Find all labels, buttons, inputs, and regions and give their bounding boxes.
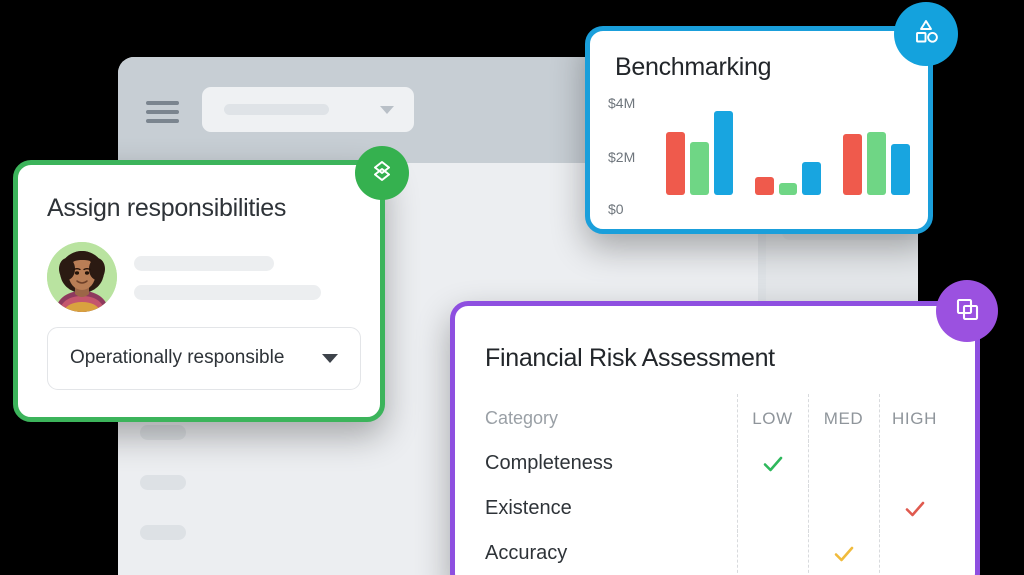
bar (891, 144, 911, 195)
assignee-name-placeholder (134, 256, 274, 271)
layers-icon (369, 158, 395, 189)
skeleton-row (140, 425, 186, 440)
app-dropdown-placeholder (224, 104, 329, 115)
skeleton-row (140, 525, 186, 540)
column-header-low: LOW (737, 394, 808, 443)
assignee-row (47, 242, 359, 312)
risk-category-label: Completeness (485, 452, 613, 474)
hamburger-icon[interactable] (146, 101, 179, 123)
caret-down-icon (380, 106, 394, 114)
shapes-icon-badge[interactable] (894, 2, 958, 66)
check-icon (905, 501, 924, 517)
table-row: Completeness (485, 439, 961, 488)
bar (843, 134, 863, 195)
bar (689, 142, 709, 195)
responsibility-select[interactable]: Operationally responsible (47, 327, 361, 390)
y-axis-tick: $4M (608, 95, 636, 111)
column-header-category: Category (485, 408, 559, 428)
risk-cell-med[interactable] (808, 529, 879, 575)
financial-risk-assessment-card: Financial Risk Assessment Category LOW M… (450, 301, 980, 575)
assignee-detail-placeholder (134, 285, 321, 300)
caret-down-icon (322, 354, 338, 363)
risk-card-title: Financial Risk Assessment (485, 344, 775, 372)
copy-icon-badge[interactable] (936, 280, 998, 342)
bar (802, 161, 822, 195)
risk-table-body: Completeness Existence Accuracy (485, 439, 961, 575)
copy-icon (952, 294, 982, 329)
check-icon (763, 456, 782, 472)
risk-category-label: Accuracy (485, 542, 568, 564)
bar (778, 183, 798, 195)
bar (713, 110, 733, 195)
assign-responsibilities-card: Assign responsibilities Operationally re… (13, 160, 385, 422)
column-header-med: MED (808, 394, 879, 443)
risk-category-label: Existence (485, 497, 572, 519)
avatar (47, 242, 117, 312)
y-axis-tick: $2M (608, 149, 636, 165)
assign-card-title: Assign responsibilities (47, 194, 287, 222)
risk-cell-low[interactable] (737, 484, 808, 533)
bar-group (666, 97, 733, 195)
risk-cell-high[interactable] (879, 484, 950, 533)
column-header-high: HIGH (879, 394, 950, 443)
skeleton-row (140, 475, 186, 490)
bar-groups (666, 97, 911, 195)
y-axis-tick: $0 (608, 201, 624, 217)
risk-table-header: Category LOW MED HIGH (485, 394, 961, 443)
risk-cell-high[interactable] (879, 439, 950, 488)
risk-cell-med[interactable] (808, 484, 879, 533)
risk-cell-high[interactable] (879, 529, 950, 575)
bar (754, 177, 774, 195)
bar-group (754, 97, 822, 195)
risk-cell-low[interactable] (737, 529, 808, 575)
check-icon (834, 546, 853, 562)
benchmarking-chart: $4M $2M $0 (608, 95, 918, 217)
bar (666, 132, 685, 195)
risk-cell-med[interactable] (808, 439, 879, 488)
shapes-icon (911, 17, 941, 52)
risk-table: Category LOW MED HIGH Completeness Existe… (485, 394, 961, 575)
table-row: Existence (485, 484, 961, 533)
illustration-stage: Assign responsibilities Operationally re… (0, 0, 1024, 575)
risk-cell-low[interactable] (737, 439, 808, 488)
table-row: Accuracy (485, 529, 961, 575)
benchmarking-card-title: Benchmarking (615, 53, 772, 81)
bar (867, 132, 887, 195)
layers-icon-badge[interactable] (355, 146, 409, 200)
bar-group (843, 97, 911, 195)
app-dropdown[interactable] (202, 87, 414, 132)
benchmarking-card: Benchmarking $4M $2M $0 (585, 26, 933, 234)
responsibility-select-value: Operationally responsible (70, 347, 285, 368)
